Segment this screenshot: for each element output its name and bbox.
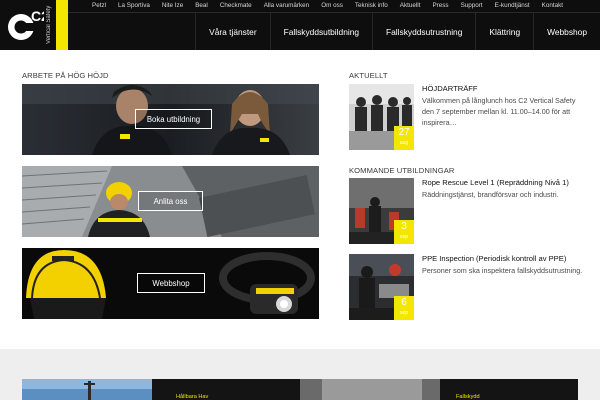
course-title[interactable]: Rope Rescue Level 1 (Repräddning Nivå 1) xyxy=(422,178,569,187)
teaser-images xyxy=(22,379,578,400)
topnav-news[interactable]: Aktuellt xyxy=(394,0,427,12)
course-text: Räddningstjänst, brandförsvar och indust… xyxy=(422,190,559,199)
book-training-button[interactable]: Boka utbildning xyxy=(135,109,212,129)
banner-hire-us[interactable]: Anlita oss xyxy=(22,166,319,237)
course-date-day: 6 xyxy=(401,297,407,308)
course-date-month: sep xyxy=(399,234,409,240)
course-date-badge: 3 sep xyxy=(394,220,414,244)
mainnav-equipment[interactable]: Fallskyddsutrustning xyxy=(372,13,475,50)
hire-us-button[interactable]: Anlita oss xyxy=(138,191,203,211)
section-heading-news: AKTUELLT xyxy=(349,71,388,80)
logo-accent-stripe xyxy=(56,0,68,50)
news-date-badge: 27 aug xyxy=(394,126,414,150)
news-date-month: aug xyxy=(399,140,409,146)
news-item[interactable]: 27 aug HÖJDARTRÄFF Välkommen på långlunc… xyxy=(349,84,589,150)
course-date-day: 3 xyxy=(401,221,407,232)
banner-webshop[interactable]: Webbshop xyxy=(22,248,319,319)
topnav-all-brands[interactable]: Alla varumärken xyxy=(258,0,316,12)
course-thumbnail: 6 sep xyxy=(349,254,414,320)
mainnav-webshop[interactable]: Webbshop xyxy=(533,13,600,50)
news-text: Välkommen på långlunch hos C2 Vertical S… xyxy=(422,96,576,127)
topnav-beal[interactable]: Beal xyxy=(189,0,214,12)
bottom-teaser-strip[interactable]: Hållbara Hav Fallskydd xyxy=(22,379,578,400)
c2-logo-icon: C2 xyxy=(8,8,44,40)
topnav-e-service[interactable]: E-kundtjänst xyxy=(489,0,536,12)
mainnav-training[interactable]: Fallskyddsutbildning xyxy=(269,13,372,50)
topnav-petzl[interactable]: Petzl xyxy=(86,0,112,12)
logo-text: C2 xyxy=(31,8,44,24)
news-title[interactable]: HÖJDARTRÄFF xyxy=(422,84,478,93)
course-thumbnail: 3 sep xyxy=(349,178,414,244)
news-date-day: 27 xyxy=(398,127,410,138)
banner-training[interactable]: Boka utbildning xyxy=(22,84,319,155)
logo-subtitle: Vertical Safety xyxy=(46,5,52,45)
news-thumbnail: 27 aug xyxy=(349,84,414,150)
webshop-button[interactable]: Webbshop xyxy=(137,273,205,293)
topnav-la-sportiva[interactable]: La Sportiva xyxy=(112,0,156,12)
course-item[interactable]: 3 sep Rope Rescue Level 1 (Repräddning N… xyxy=(349,178,589,244)
course-date-month: sep xyxy=(399,310,409,316)
topnav-support[interactable]: Support xyxy=(455,0,489,12)
teaser-label-fall-protection[interactable]: Fallskydd xyxy=(456,394,480,400)
topnav-press[interactable]: Press xyxy=(426,0,454,12)
section-heading-work-at-height: ARBETE PÅ HÖG HÖJD xyxy=(22,71,109,80)
main-nav: Våra tjänster Fallskyddsutbildning Falls… xyxy=(195,13,600,50)
topnav-checkmate[interactable]: Checkmate xyxy=(214,0,258,12)
topnav-contact[interactable]: Kontakt xyxy=(536,0,569,12)
topnav-nite-ize[interactable]: Nite Ize xyxy=(156,0,189,12)
topnav-tech-info[interactable]: Teknisk info xyxy=(349,0,394,12)
mainnav-services[interactable]: Våra tjänster xyxy=(195,13,269,50)
mainnav-climbing[interactable]: Klättring xyxy=(475,13,533,50)
logo[interactable]: C2 Vertical Safety xyxy=(0,0,68,50)
topnav-about[interactable]: Om oss xyxy=(315,0,349,12)
course-date-badge: 6 sep xyxy=(394,296,414,320)
top-nav: Petzl La Sportiva Nite Ize Beal Checkmat… xyxy=(86,0,569,12)
site-header: C2 Vertical Safety Petzl La Sportiva Nit… xyxy=(0,0,600,50)
course-item[interactable]: 6 sep PPE Inspection (Periodisk kontroll… xyxy=(349,254,589,320)
section-heading-courses: KOMMANDE UTBILDNINGAR xyxy=(349,166,455,175)
teaser-label-sustainable-seas[interactable]: Hållbara Hav xyxy=(176,394,208,400)
course-text: Personer som ska inspektera fallskyddsut… xyxy=(422,266,583,275)
course-title[interactable]: PPE Inspection (Periodisk kontroll av PP… xyxy=(422,254,566,263)
